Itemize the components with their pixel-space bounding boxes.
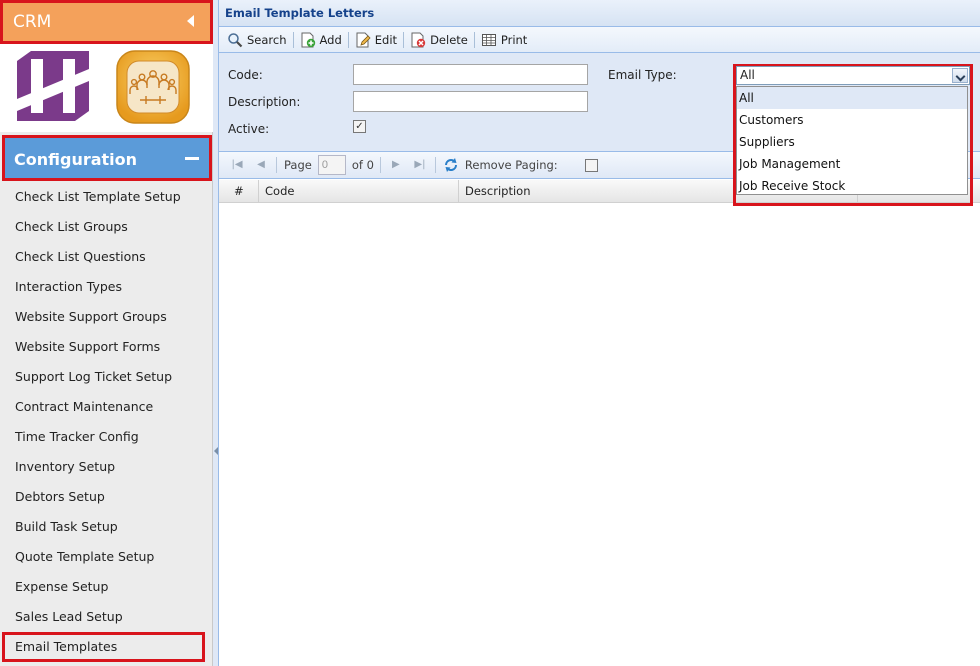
sidebar-item-check-list-template-setup[interactable]: Check List Template Setup <box>0 182 209 212</box>
remove-paging-checkbox[interactable] <box>584 158 598 172</box>
email-type-select[interactable]: All <box>736 66 970 85</box>
panel-title: Email Template Letters <box>219 0 980 27</box>
search-button-label: Search <box>247 32 287 47</box>
add-icon <box>301 32 315 47</box>
last-page-icon[interactable]: ▶| <box>412 157 428 173</box>
sidebar-item-inventory-setup[interactable]: Inventory Setup <box>0 452 209 482</box>
prev-page-icon[interactable]: ◀ <box>253 157 269 173</box>
paging-separator <box>276 157 277 173</box>
sidebar-item-time-tracker-config[interactable]: Time Tracker Config <box>0 422 209 452</box>
first-page-icon[interactable]: |◀ <box>229 157 245 173</box>
sidebar-item-support-log-ticket-setup[interactable]: Support Log Ticket Setup <box>0 362 209 392</box>
email-type-selected-value: All <box>740 68 755 82</box>
toolbar-separator <box>292 31 294 48</box>
sidebar-item-expense-setup[interactable]: Expense Setup <box>0 572 209 602</box>
sidebar-item-build-task-setup[interactable]: Build Task Setup <box>0 512 209 542</box>
email-type-option-job-management[interactable]: Job Management <box>737 153 967 175</box>
description-label: Description: <box>228 95 301 109</box>
brand-logo-icon <box>17 51 89 121</box>
sidebar-item-interaction-types[interactable]: Interaction Types <box>0 272 209 302</box>
sidebar-item-check-list-questions[interactable]: Check List Questions <box>0 242 209 272</box>
email-type-option-job-receive-stock[interactable]: Job Receive Stock <box>737 175 967 197</box>
sidebar-item-website-support-forms[interactable]: Website Support Forms <box>0 332 209 362</box>
edit-icon <box>356 32 371 47</box>
print-button-label: Print <box>500 32 528 47</box>
toolbar: Search Add Edit Delete Print <box>219 27 980 53</box>
next-page-icon[interactable]: ▶ <box>388 157 404 173</box>
sidebar-item-debtors-setup[interactable]: Debtors Setup <box>0 482 209 512</box>
page-count-label: of 0 <box>351 158 374 172</box>
toolbar-separator <box>347 31 349 48</box>
print-button[interactable]: Print <box>476 29 532 51</box>
email-type-label: Email Type: <box>608 68 677 82</box>
chevron-down-icon[interactable] <box>952 68 968 83</box>
toolbar-separator <box>403 31 405 48</box>
edit-button-label: Edit <box>374 32 398 47</box>
email-type-option-customers[interactable]: Customers <box>737 109 967 131</box>
column-header-number[interactable]: # <box>219 180 259 203</box>
remove-paging-label: Remove Paging: <box>464 158 558 172</box>
sidebar-item-quote-template-setup[interactable]: Quote Template Setup <box>0 542 209 572</box>
crm-title: CRM <box>13 12 52 32</box>
configuration-title: Configuration <box>14 150 138 169</box>
paging-separator <box>434 157 436 173</box>
add-button-label: Add <box>319 32 342 47</box>
toolbar-separator <box>473 31 475 48</box>
column-header-code[interactable]: Code <box>259 180 459 203</box>
delete-icon <box>411 32 426 47</box>
page-label: Page <box>284 158 312 172</box>
edit-button[interactable]: Edit <box>350 29 402 51</box>
crm-header[interactable]: CRM <box>0 0 213 44</box>
email-type-dropdown-list: All Customers Suppliers Job Management J… <box>736 86 968 195</box>
sidebar-item-website-support-groups[interactable]: Website Support Groups <box>0 302 209 332</box>
sidebar: CRM Configuration Check List Template Se… <box>0 0 213 666</box>
collapse-minus-icon[interactable] <box>185 157 199 160</box>
email-type-option-all[interactable]: All <box>737 87 967 109</box>
sidebar-item-check-list-groups[interactable]: Check List Groups <box>0 212 209 242</box>
code-input[interactable] <box>353 64 588 85</box>
delete-button[interactable]: Delete <box>405 29 473 51</box>
sidebar-item-contract-maintenance[interactable]: Contract Maintenance <box>0 392 209 422</box>
code-label: Code: <box>228 68 263 82</box>
configuration-menu: Check List Template Setup Check List Gro… <box>0 182 209 662</box>
collapse-arrow-icon[interactable] <box>187 15 194 27</box>
paging-separator <box>379 157 381 173</box>
team-logo-icon <box>116 50 190 124</box>
print-grid-icon <box>481 33 496 46</box>
configuration-section-header[interactable]: Configuration <box>2 135 212 181</box>
collapse-sidebar-arrow-icon[interactable] <box>214 447 218 455</box>
active-label: Active: <box>228 122 270 136</box>
active-checkbox[interactable]: ✓ <box>353 120 366 133</box>
delete-button-label: Delete <box>430 32 468 47</box>
search-button[interactable]: Search <box>222 29 292 51</box>
search-icon <box>228 32 243 47</box>
logo-area <box>0 44 213 132</box>
email-type-option-suppliers[interactable]: Suppliers <box>737 131 967 153</box>
description-input[interactable] <box>353 91 588 112</box>
add-button[interactable]: Add <box>295 29 347 51</box>
page-number-input[interactable] <box>317 155 346 175</box>
sidebar-item-email-templates[interactable]: Email Templates <box>2 632 205 662</box>
sidebar-item-sales-lead-setup[interactable]: Sales Lead Setup <box>0 602 209 632</box>
refresh-icon[interactable] <box>443 157 459 173</box>
